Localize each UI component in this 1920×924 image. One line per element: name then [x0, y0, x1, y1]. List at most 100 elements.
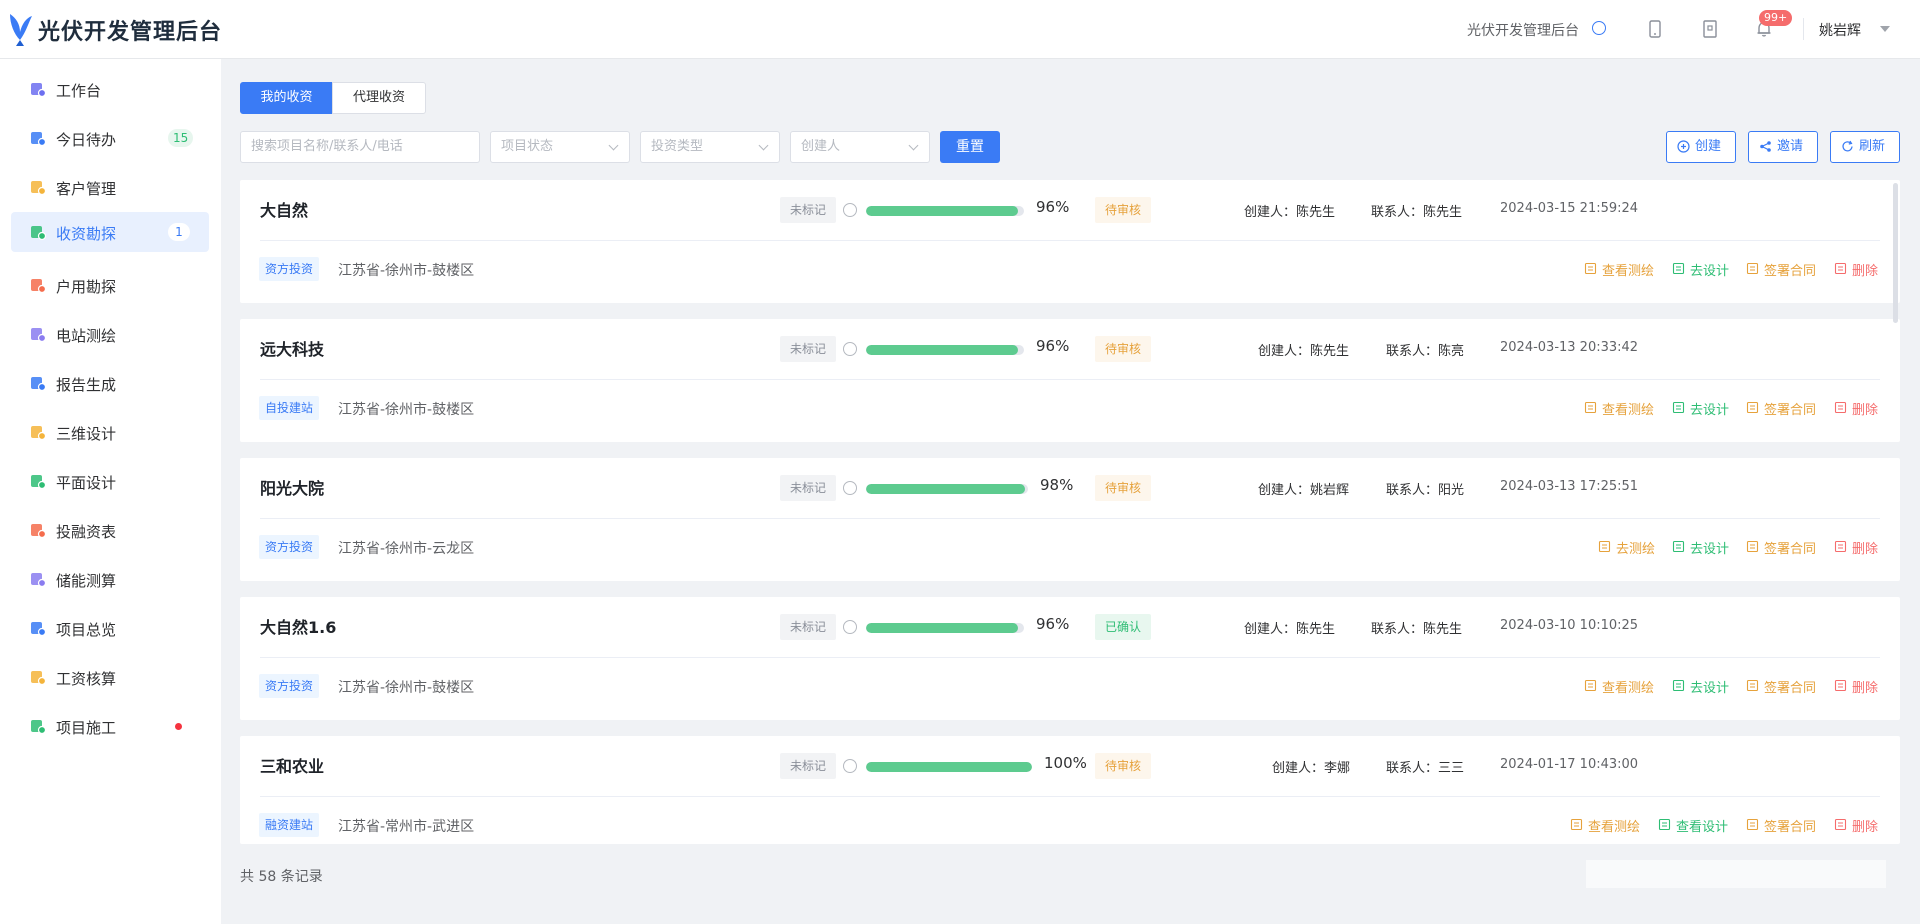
- action-2[interactable]: 签署合同: [1746, 399, 1816, 418]
- project-name[interactable]: 远大科技: [260, 336, 324, 360]
- progress-text: 96%: [1036, 337, 1070, 355]
- sidebar-item-10[interactable]: 储能测算: [11, 559, 209, 599]
- contract-icon: [1746, 679, 1759, 692]
- contact-info: 联系人：陈先生: [1371, 205, 1463, 220]
- tab-my-collection[interactable]: 我的收资: [240, 82, 333, 114]
- creator-select[interactable]: 创建人: [790, 131, 930, 163]
- sidebar-count-badge: 15: [168, 129, 194, 147]
- mark-toggle-icon[interactable]: [843, 342, 857, 356]
- alert-dot: [175, 723, 182, 730]
- sidebar-item-7[interactable]: 三维设计: [11, 412, 209, 452]
- mark-tag[interactable]: 未标记: [780, 475, 836, 501]
- invest-type-select[interactable]: 投资类型: [640, 131, 780, 163]
- action-1[interactable]: 去设计: [1672, 538, 1729, 557]
- mark-tag[interactable]: 未标记: [780, 336, 836, 362]
- mark-toggle-icon[interactable]: [843, 481, 857, 495]
- action-3[interactable]: 删除: [1834, 399, 1878, 418]
- progress-fill: [866, 484, 1025, 494]
- action-3[interactable]: 删除: [1834, 538, 1878, 557]
- mark-tag[interactable]: 未标记: [780, 197, 836, 223]
- chevron-down-icon: [758, 140, 769, 151]
- action-0[interactable]: 查看测绘: [1570, 816, 1640, 835]
- design-icon: [1672, 540, 1685, 553]
- sidebar-item-11[interactable]: 项目总览: [11, 608, 209, 648]
- action-0[interactable]: 查看测绘: [1584, 399, 1654, 418]
- system-switch-icon[interactable]: [1592, 21, 1606, 35]
- mobile-icon[interactable]: [1645, 19, 1665, 39]
- action-0[interactable]: 查看测绘: [1584, 677, 1654, 696]
- sidebar-item-8[interactable]: 平面设计: [11, 461, 209, 501]
- action-1[interactable]: 去设计: [1672, 399, 1729, 418]
- sidebar-item-label: 平面设计: [56, 474, 117, 492]
- project-name[interactable]: 阳光大院: [260, 475, 324, 499]
- action-1[interactable]: 去设计: [1672, 677, 1729, 696]
- mark-toggle-icon[interactable]: [843, 759, 857, 773]
- mark-toggle-icon[interactable]: [843, 203, 857, 217]
- project-address: 江苏省-徐州市-鼓楼区: [338, 402, 475, 418]
- project-status-select[interactable]: 项目状态: [490, 131, 630, 163]
- invite-button[interactable]: 邀请: [1748, 131, 1818, 163]
- sidebar-item-label: 工作台: [56, 82, 102, 100]
- action-3[interactable]: 删除: [1834, 816, 1878, 835]
- mark-tag[interactable]: 未标记: [780, 753, 836, 779]
- refresh-icon: [1842, 140, 1853, 152]
- mark-tag[interactable]: 未标记: [780, 614, 836, 640]
- creator-info: 创建人：李娜: [1272, 761, 1351, 776]
- project-card[interactable]: 大自然 未标记 96% 待审核 创建人：陈先生 联系人：陈先生 2024-03-15 21:…: [240, 180, 1900, 303]
- action-1[interactable]: 去设计: [1672, 260, 1729, 279]
- project-card[interactable]: 阳光大院 未标记 98% 待审核 创建人：姚岩辉 联系人：阳光 2024-03-13 17:…: [240, 458, 1900, 581]
- sidebar-item-4[interactable]: 户用勘探: [11, 265, 209, 305]
- sidebar-item-6[interactable]: 报告生成: [11, 363, 209, 403]
- project-card[interactable]: 远大科技 未标记 96% 待审核 创建人：陈先生 联系人：陈亮 2024-03-13 20:…: [240, 319, 1900, 442]
- project-card[interactable]: 大自然1.6 未标记 96% 已确认 创建人：陈先生 联系人：陈先生 2024-03-10 …: [240, 597, 1900, 720]
- project-name[interactable]: 三和农业: [260, 753, 324, 777]
- plus-circle-icon: [1677, 140, 1690, 153]
- mark-toggle-icon[interactable]: [843, 620, 857, 634]
- tablet-icon[interactable]: [1700, 19, 1720, 39]
- project-card[interactable]: 三和农业 未标记 100% 待审核 创建人：李娜 联系人：三三 2024-01-17 10:…: [240, 736, 1900, 844]
- sidebar-item-2[interactable]: 客户管理: [11, 167, 209, 207]
- scrollbar[interactable]: [1893, 183, 1898, 323]
- cube-icon: [31, 426, 47, 441]
- station-map-icon: [31, 328, 47, 343]
- creator-info: 创建人：陈先生: [1258, 344, 1350, 359]
- sidebar-item-9[interactable]: 投融资表: [11, 510, 209, 550]
- sidebar-item-12[interactable]: 工资核算: [11, 657, 209, 697]
- user-name[interactable]: 姚岩辉: [1819, 20, 1861, 40]
- refresh-button[interactable]: 刷新: [1830, 131, 1900, 163]
- action-0[interactable]: 去测绘: [1598, 538, 1655, 557]
- action-label: 去设计: [1690, 264, 1730, 279]
- reset-button[interactable]: 重置: [940, 131, 1000, 163]
- card-divider: [260, 518, 1880, 519]
- sidebar-item-3[interactable]: 收资勘探 1: [11, 212, 209, 252]
- action-3[interactable]: 删除: [1834, 677, 1878, 696]
- contract-icon: [1746, 818, 1759, 831]
- action-2[interactable]: 签署合同: [1746, 677, 1816, 696]
- sidebar-item-0[interactable]: 工作台: [11, 69, 209, 109]
- home-icon: [31, 83, 47, 98]
- creator-info: 创建人：姚岩辉: [1258, 483, 1350, 498]
- project-name[interactable]: 大自然: [260, 197, 308, 221]
- tab-agent-collection[interactable]: 代理收资: [332, 82, 426, 114]
- action-2[interactable]: 签署合同: [1746, 816, 1816, 835]
- sidebar-item-13[interactable]: 项目施工: [11, 706, 209, 746]
- action-0[interactable]: 查看测绘: [1584, 260, 1654, 279]
- sidebar-item-5[interactable]: 电站测绘: [11, 314, 209, 354]
- create-button[interactable]: 创建: [1666, 131, 1736, 163]
- design-icon: [1672, 679, 1685, 692]
- sidebar-item-1[interactable]: 今日待办 15: [11, 118, 209, 158]
- system-name[interactable]: 光伏开发管理后台: [1467, 20, 1579, 40]
- search-input[interactable]: 搜索项目名称/联系人/电话: [240, 131, 480, 163]
- action-1[interactable]: 查看设计: [1658, 816, 1728, 835]
- action-3[interactable]: 删除: [1834, 260, 1878, 279]
- action-label: 去设计: [1690, 681, 1730, 696]
- action-2[interactable]: 签署合同: [1746, 538, 1816, 557]
- sidebar-item-label: 项目总览: [56, 621, 117, 639]
- sidebar-item-label: 报告生成: [56, 376, 117, 394]
- action-label: 删除: [1852, 542, 1879, 557]
- project-name[interactable]: 大自然1.6: [260, 614, 336, 638]
- chevron-down-icon[interactable]: [1880, 26, 1890, 32]
- action-2[interactable]: 签署合同: [1746, 260, 1816, 279]
- invest-type-tag: 融资建站: [259, 813, 320, 837]
- action-label: 去测绘: [1616, 542, 1656, 557]
